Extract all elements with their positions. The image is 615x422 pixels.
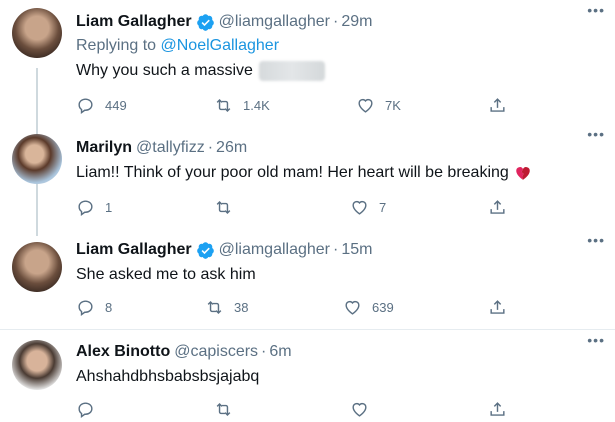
reply-icon <box>78 97 93 114</box>
more-icon[interactable]: ••• <box>587 126 605 142</box>
retweet-icon <box>216 200 231 214</box>
tweet-header: Liam Gallagher @liamgallagher · 15m <box>76 240 605 260</box>
separator-dot: · <box>261 343 267 360</box>
tweet-time[interactable]: 15m <box>341 240 372 260</box>
tweet-text: She asked me to ask him <box>76 264 605 285</box>
author-name[interactable]: Alex Binotto <box>76 342 170 362</box>
share-button[interactable] <box>488 94 507 116</box>
tweet-header: Alex Binotto @capiscers · 6m <box>76 342 605 362</box>
share-icon <box>490 299 505 314</box>
tweet-text: Ahshahdbhsbabsbsjajabq <box>76 366 605 387</box>
replying-to-prefix: Replying to <box>76 37 157 54</box>
reply-icon <box>78 299 93 316</box>
tweet-time[interactable]: 6m <box>269 342 291 362</box>
share-button[interactable] <box>488 196 507 218</box>
tweet-actions: 1 7 <box>0 196 615 218</box>
share-icon <box>490 97 505 112</box>
author-handle[interactable]: @tallyfizz <box>136 138 205 158</box>
author-name[interactable]: Liam Gallagher <box>76 240 192 260</box>
like-button[interactable] <box>350 398 369 420</box>
retweet-button[interactable] <box>214 196 243 218</box>
tweet-text-body: Liam!! Think of your poor old mam! Her h… <box>76 164 509 181</box>
reply-count: 8 <box>105 299 113 315</box>
tweet-text-body: Why you such a massive <box>76 62 253 79</box>
like-icon <box>352 402 367 417</box>
like-button[interactable]: 7 <box>350 196 386 218</box>
tweet-4[interactable]: Alex Binotto @capiscers · 6m Ahshahdbhsb… <box>0 330 615 422</box>
tweet-actions: 8 38 639 <box>0 296 615 318</box>
tweet-thread: Liam Gallagher @liamgallagher · 29m Repl… <box>0 0 615 422</box>
like-icon <box>345 300 360 315</box>
retweet-button[interactable]: 38 <box>205 296 248 318</box>
tweet-header: Marilyn @tallyfizz · 26m <box>76 138 605 158</box>
retweet-button[interactable] <box>214 398 233 420</box>
avatar-liam-gallagher[interactable] <box>12 8 62 58</box>
tweet-time[interactable]: 29m <box>341 12 372 32</box>
avatar-liam-gallagher[interactable] <box>12 242 62 292</box>
tweet-1[interactable]: Liam Gallagher @liamgallagher · 29m Repl… <box>0 0 615 124</box>
retweet-count: 1.4K <box>243 97 270 113</box>
avatar-alex-binotto[interactable] <box>12 340 62 390</box>
reply-button[interactable]: 1 <box>76 196 112 218</box>
author-name[interactable]: Marilyn <box>76 138 132 158</box>
more-icon[interactable]: ••• <box>587 2 605 18</box>
share-icon <box>490 199 505 214</box>
retweet-icon <box>216 402 231 416</box>
like-count: 639 <box>372 299 394 315</box>
like-button[interactable]: 7K <box>356 94 401 116</box>
tweet-2[interactable]: Marilyn @tallyfizz · 26m Liam!! Think of… <box>0 124 615 230</box>
tweet-text-body: She asked me to ask him <box>76 266 256 283</box>
reply-icon <box>78 401 93 418</box>
tweet-3[interactable]: Liam Gallagher @liamgallagher · 15m She … <box>0 230 615 330</box>
separator-dot: · <box>333 241 339 258</box>
tweet-text: Liam!! Think of your poor old mam! Her h… <box>76 162 605 183</box>
redacted-word <box>258 60 325 81</box>
more-icon[interactable]: ••• <box>587 332 605 348</box>
tweet-header: Liam Gallagher @liamgallagher · 29m <box>76 12 605 32</box>
tweet-actions <box>0 398 615 420</box>
like-icon <box>352 200 367 215</box>
replying-to: Replying to @NoelGallagher <box>76 36 605 56</box>
tweet-text-body: Ahshahdbhsbabsbsjajabq <box>76 368 260 385</box>
reply-icon <box>78 199 93 216</box>
reply-button[interactable] <box>76 398 95 420</box>
tweet-text: Why you such a massive <box>76 60 605 81</box>
share-button[interactable] <box>488 398 507 420</box>
reply-button[interactable]: 8 <box>76 296 112 318</box>
mention-link[interactable]: @NoelGallagher <box>161 37 280 54</box>
share-button[interactable] <box>488 296 507 318</box>
tweet-actions: 449 1.4K 7K <box>0 94 615 116</box>
like-button[interactable]: 639 <box>343 296 394 318</box>
author-handle[interactable]: @liamgallagher <box>219 240 330 260</box>
reply-button[interactable]: 449 <box>76 94 127 116</box>
separator-dot: · <box>207 139 214 156</box>
verified-badge-icon <box>196 241 214 259</box>
share-icon <box>490 401 505 416</box>
broken-heart-icon <box>516 166 530 180</box>
more-icon[interactable]: ••• <box>587 232 605 248</box>
retweet-button[interactable]: 1.4K <box>214 94 270 116</box>
author-name[interactable]: Liam Gallagher <box>76 12 192 32</box>
retweet-icon <box>207 300 222 314</box>
reply-count: 1 <box>105 199 113 215</box>
separator-dot: · <box>333 13 339 30</box>
retweet-icon <box>216 98 231 112</box>
author-handle[interactable]: @capiscers <box>174 342 258 362</box>
tweet-time[interactable]: 26m <box>216 138 247 158</box>
verified-badge-icon <box>196 13 214 31</box>
author-handle[interactable]: @liamgallagher <box>219 12 330 32</box>
avatar-marilyn[interactable] <box>12 134 62 184</box>
reply-count: 449 <box>105 97 127 113</box>
like-icon <box>358 98 373 113</box>
like-count: 7 <box>379 199 387 215</box>
like-count: 7K <box>385 97 401 113</box>
retweet-count: 38 <box>234 299 249 315</box>
